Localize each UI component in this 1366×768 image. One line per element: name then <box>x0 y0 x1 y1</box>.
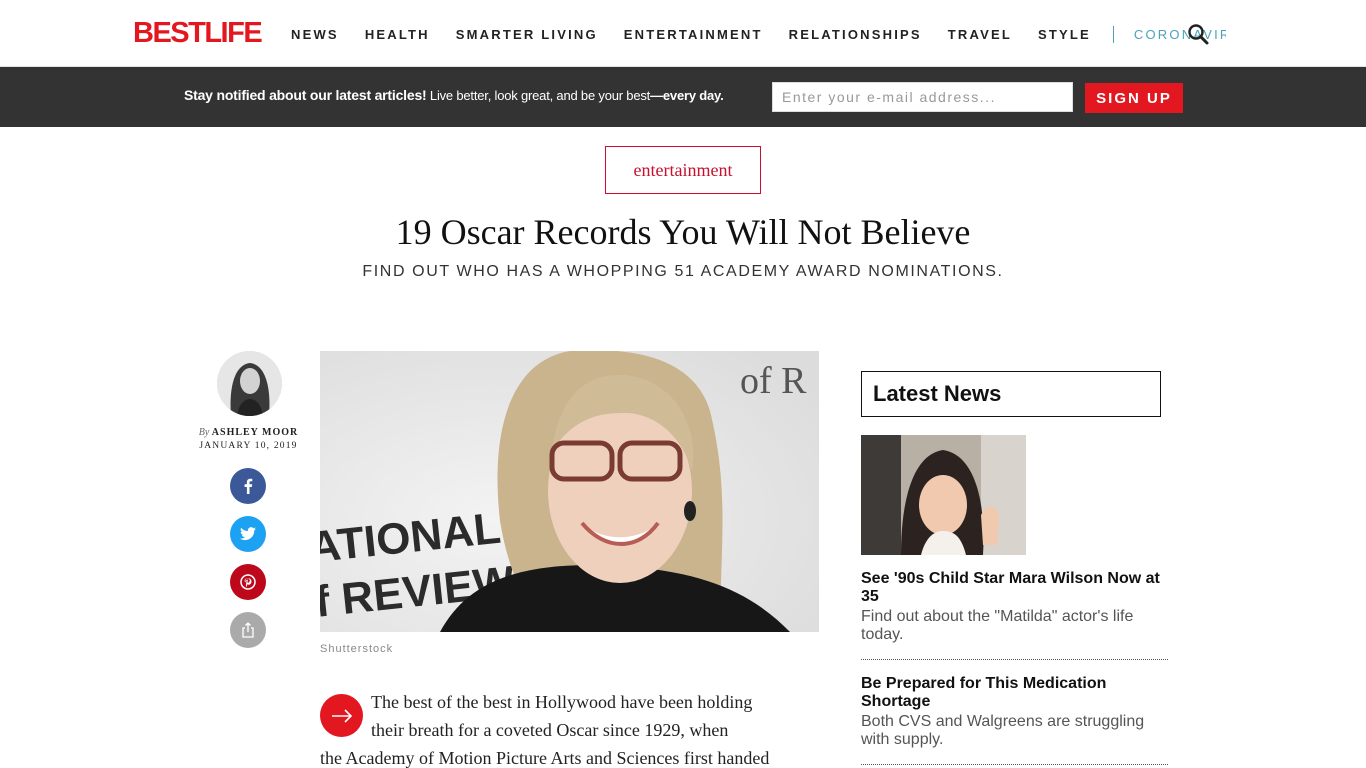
newsletter-tail: —every day. <box>650 88 724 103</box>
image-credit: Shutterstock <box>320 643 394 655</box>
twitter-icon <box>240 527 256 541</box>
top-navigation: BESTLIFE NEWS HEALTH SMARTER LIVING ENTE… <box>0 0 1366 67</box>
search-icon[interactable] <box>1186 22 1210 46</box>
article-subtitle: FIND OUT WHO HAS A WHOPPING 51 ACADEMY A… <box>362 263 1004 280</box>
nav-coronavirus[interactable]: CORONAVIRUS <box>1134 27 1226 42</box>
news-headline[interactable]: Be Prepared for This Medication Shortage <box>861 675 1168 711</box>
news-headline[interactable]: See '90s Child Star Mara Wilson Now at 3… <box>861 570 1168 606</box>
nav-divider <box>1112 25 1114 43</box>
news-item[interactable]: See '90s Child Star Mara Wilson Now at 3… <box>861 570 1168 644</box>
newsletter-text: Stay notified about our latest articles!… <box>184 87 724 103</box>
share-facebook-button[interactable] <box>230 468 266 504</box>
author-avatar[interactable] <box>217 351 282 416</box>
share-more-button[interactable] <box>230 612 266 648</box>
category-tag[interactable]: entertainment <box>605 146 761 194</box>
svg-text:of R: of R <box>740 360 807 402</box>
news-description: Find out about the "Matilda" actor's lif… <box>861 608 1134 643</box>
byline-by: By <box>198 427 210 438</box>
news-divider <box>861 659 1168 660</box>
author-name[interactable]: ASHLEY MOOR <box>212 427 298 438</box>
main-nav: NEWS HEALTH SMARTER LIVING ENTERTAINMENT… <box>291 25 1226 43</box>
share-icon <box>242 622 254 638</box>
news-item[interactable]: Be Prepared for This Medication Shortage… <box>861 675 1168 749</box>
byline: By ASHLEY MOOR JANUARY 10, 2019 <box>180 426 317 453</box>
nav-relationships[interactable]: RELATIONSHIPS <box>789 27 922 42</box>
article-body: The best of the best in Hollywood have b… <box>320 688 820 768</box>
publish-date: JANUARY 10, 2019 <box>199 441 298 451</box>
body-line-3: the Academy of Motion Picture Arts and S… <box>320 748 770 768</box>
nav-entertainment[interactable]: ENTERTAINMENT <box>624 27 763 42</box>
newsletter-bar: Stay notified about our latest articles!… <box>0 67 1366 127</box>
body-line-2: their breath for a coveted Oscar since 1… <box>371 720 729 740</box>
nav-travel[interactable]: TRAVEL <box>948 27 1012 42</box>
nav-smarter-living[interactable]: SMARTER LIVING <box>456 27 598 42</box>
nav-health[interactable]: HEALTH <box>365 27 430 42</box>
bestlife-logo[interactable]: BESTLIFE <box>133 18 263 48</box>
nav-style[interactable]: STYLE <box>1038 27 1091 42</box>
news-divider <box>861 764 1168 765</box>
share-twitter-button[interactable] <box>230 516 266 552</box>
nav-news[interactable]: NEWS <box>291 27 339 42</box>
newsletter-lead: Stay notified about our latest articles! <box>184 87 427 103</box>
latest-news-heading: Latest News <box>861 371 1161 417</box>
newsletter-body: Live better, look great, and be your bes… <box>426 88 651 103</box>
body-line-1: The best of the best in Hollywood have b… <box>371 692 753 712</box>
news-description: Both CVS and Walgreens are struggling wi… <box>861 713 1145 748</box>
pinterest-icon <box>240 574 256 590</box>
article-title: 19 Oscar Records You Will Not Believe <box>395 212 971 252</box>
hero-image: ATIONAL B f REVIEW of R <box>320 351 819 632</box>
facebook-icon <box>244 478 253 494</box>
email-input[interactable] <box>772 82 1073 112</box>
news-thumbnail[interactable] <box>861 435 1026 555</box>
share-pinterest-button[interactable] <box>230 564 266 600</box>
signup-button[interactable]: SIGN UP <box>1085 83 1183 113</box>
